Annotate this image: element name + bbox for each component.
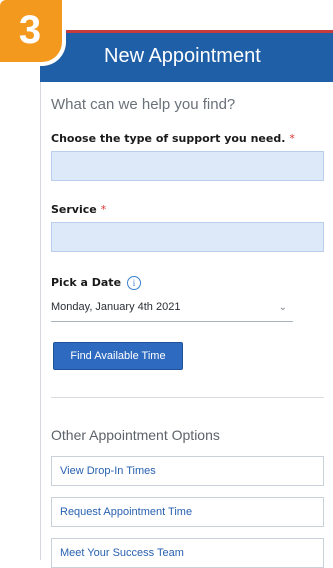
view-drop-in-times-button[interactable]: View Drop-In Times bbox=[51, 456, 324, 486]
required-marker: * bbox=[100, 203, 107, 216]
request-appointment-time-button[interactable]: Request Appointment Time bbox=[51, 497, 324, 527]
support-type-label: Choose the type of support you need. * bbox=[51, 132, 295, 145]
service-field[interactable] bbox=[51, 222, 324, 252]
app-header: ‹ New Appointment bbox=[40, 30, 333, 82]
date-label: Pick a Date i bbox=[51, 276, 142, 290]
find-available-time-button[interactable]: Find Available Time bbox=[53, 342, 183, 370]
lead-text: What can we help you find? bbox=[51, 96, 236, 113]
step-badge: 3 bbox=[0, 0, 66, 66]
info-icon[interactable]: i bbox=[127, 276, 142, 290]
date-value: Monday, January 4th 2021 bbox=[51, 301, 181, 313]
date-select[interactable]: Monday, January 4th 2021 ⌄ bbox=[51, 296, 293, 322]
support-type-field[interactable] bbox=[51, 151, 324, 181]
meet-success-team-button[interactable]: Meet Your Success Team bbox=[51, 538, 324, 568]
required-marker: * bbox=[289, 132, 295, 145]
other-options-heading: Other Appointment Options bbox=[51, 427, 220, 443]
step-number: 3 bbox=[18, 8, 42, 52]
chevron-down-icon: ⌄ bbox=[278, 302, 287, 313]
service-label: Service * bbox=[51, 203, 107, 216]
section-divider bbox=[51, 397, 324, 398]
page-title: New Appointment bbox=[104, 45, 261, 67]
